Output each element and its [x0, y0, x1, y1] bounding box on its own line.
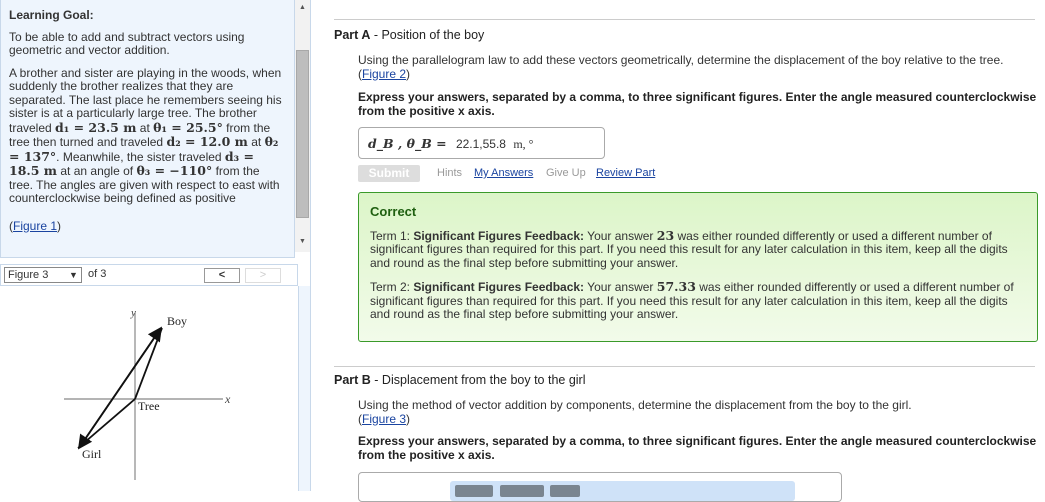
part-b-title: Part B - Displacement from the boy to th… [334, 373, 586, 387]
answer-value: 57.33 [656, 279, 696, 294]
math-toolbar [450, 481, 795, 501]
divider [310, 0, 311, 491]
text: Term 2: [370, 280, 414, 294]
review-part-link[interactable]: Review Part [596, 167, 655, 179]
text: at [247, 135, 265, 149]
text: at [136, 120, 154, 135]
hints-link[interactable]: Hints [437, 167, 462, 179]
divider [334, 19, 1035, 20]
part-b-question: Using the method of vector addition by c… [358, 398, 1038, 426]
tree-to-boy-line [134, 327, 163, 400]
question-text: Using the parallelogram law to add these… [358, 53, 1004, 67]
x-axis-label: x [224, 392, 231, 406]
give-up-link[interactable]: Give Up [546, 167, 586, 179]
part-a-question: Using the parallelogram law to add these… [358, 53, 1038, 81]
figure-2-link[interactable]: Figure 2 [362, 67, 406, 81]
divider [334, 366, 1035, 367]
my-answers-link[interactable]: My Answers [474, 167, 533, 179]
feedback-term-1: Term 1: Significant Figures Feedback: Yo… [370, 227, 1026, 271]
toolbar-button[interactable] [455, 485, 493, 497]
prev-figure-button[interactable]: < [204, 268, 240, 283]
part-a-instruction: Express your answers, separated by a com… [358, 90, 1037, 118]
scrollbar-thumb[interactable] [296, 50, 309, 218]
answer-value: 23 [656, 227, 675, 243]
answer-label: d_B , θ_B = [368, 136, 447, 151]
text: . Meanwhile, the sister traveled [56, 149, 225, 164]
figure-select[interactable]: Figure 3 ▼ [4, 267, 82, 283]
text: Term 1: [370, 228, 414, 243]
part-title: - Position of the boy [370, 28, 485, 42]
learning-goal-intro: To be able to add and subtract vectors u… [9, 29, 245, 57]
toolbar-button[interactable] [550, 485, 580, 497]
math-theta3: θ₃ = −110° [136, 163, 213, 178]
feedback-term-2: Term 2: Significant Figures Feedback: Yo… [370, 280, 1026, 322]
figure-3-link[interactable]: Figure 3 [362, 412, 406, 426]
boy-to-girl-arrow [77, 327, 162, 450]
part-a-answer-field[interactable]: d_B , θ_B = 22.1,55.8 m, ° [358, 127, 605, 159]
learning-goal-title: Learning Goal: [9, 8, 94, 22]
feedback-title: Correct [370, 204, 417, 219]
boy-label: Boy [167, 314, 187, 328]
math-theta1: θ₁ = 25.5° [153, 119, 223, 135]
question-text: Using the method of vector addition by c… [358, 398, 912, 412]
figure-count: of 3 [88, 268, 107, 280]
text: Your answer [584, 228, 657, 243]
math-d2: d₂ = 12.0 m [166, 134, 248, 149]
toolbar-button[interactable] [500, 485, 544, 497]
figure-panel-edge [298, 286, 310, 491]
math-d1: d₁ = 23.5 m [55, 119, 137, 135]
text: Your answer [584, 280, 657, 294]
vector-figure: y x Boy Tree Girl [64, 307, 231, 480]
part-title: - Displacement from the boy to the girl [370, 373, 586, 387]
submit-button[interactable]: Submit [358, 165, 420, 182]
part-b-instruction: Express your answers, separated by a com… [358, 434, 1037, 462]
text: Significant Figures Feedback: [413, 280, 585, 294]
answer-units: m, ° [513, 137, 534, 151]
part-a-title: Part A - Position of the boy [334, 28, 484, 42]
scroll-up-icon[interactable]: ▲ [299, 4, 306, 11]
part-label: Part A [334, 28, 371, 42]
text: at an angle of [57, 164, 137, 178]
scroll-down-icon[interactable]: ▼ [299, 238, 306, 245]
figure-1-link[interactable]: Figure 1 [13, 219, 57, 233]
figure-select-value: Figure 3 [8, 269, 49, 281]
tree-label: Tree [138, 399, 160, 413]
part-label: Part B [334, 373, 371, 387]
feedback-box: Correct Term 1: Significant Figures Feed… [358, 192, 1038, 342]
dropdown-arrow-icon: ▼ [69, 270, 78, 280]
next-figure-button[interactable]: > [245, 268, 281, 283]
girl-label: Girl [82, 447, 102, 461]
problem-statement: A brother and sister are playing in the … [9, 66, 286, 206]
answer-value[interactable]: 22.1,55.8 [456, 137, 506, 151]
learning-goal-panel: Learning Goal: To be able to add and sub… [0, 0, 295, 258]
text: Significant Figures Feedback: [413, 228, 585, 243]
y-axis-label: y [130, 307, 136, 319]
